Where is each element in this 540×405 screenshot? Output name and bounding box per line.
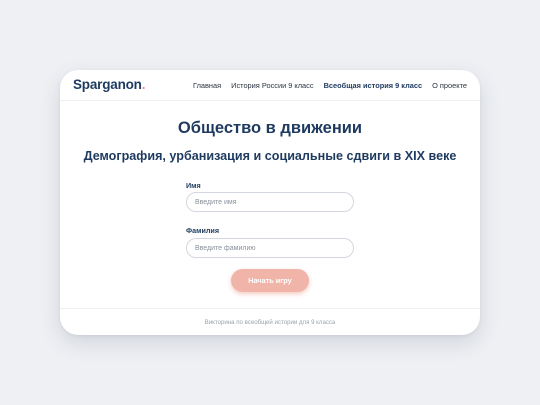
first-name-label: Имя: [186, 181, 201, 190]
nav-item-russia-history[interactable]: История России 9 класс: [231, 81, 313, 90]
logo-dot: .: [141, 77, 146, 92]
app-window: Sparganon. Главная История России 9 клас…: [60, 70, 480, 335]
footer-divider: [60, 308, 480, 309]
start-game-button[interactable]: Начать игру: [231, 269, 309, 292]
first-name-input[interactable]: [186, 192, 354, 212]
nav-links: Главная История России 9 класс Всеобщая …: [193, 81, 467, 90]
page-subtitle: Демография, урбанизация и социальные сдв…: [83, 149, 457, 163]
top-navbar: Sparganon. Главная История России 9 клас…: [60, 70, 480, 101]
nav-item-home[interactable]: Главная: [193, 81, 221, 90]
logo[interactable]: Sparganon.: [73, 77, 145, 92]
nav-item-world-history[interactable]: Всеобщая история 9 класс: [324, 81, 423, 90]
page-title: Общество в движении: [177, 119, 363, 137]
nav-item-about[interactable]: О проекте: [432, 81, 467, 90]
last-name-label: Фамилия: [186, 226, 220, 235]
last-name-input[interactable]: [186, 238, 354, 258]
footer-text: Викторина по всеобщей истории для 9 клас…: [204, 319, 336, 326]
logo-text: Sparganon: [73, 77, 142, 92]
